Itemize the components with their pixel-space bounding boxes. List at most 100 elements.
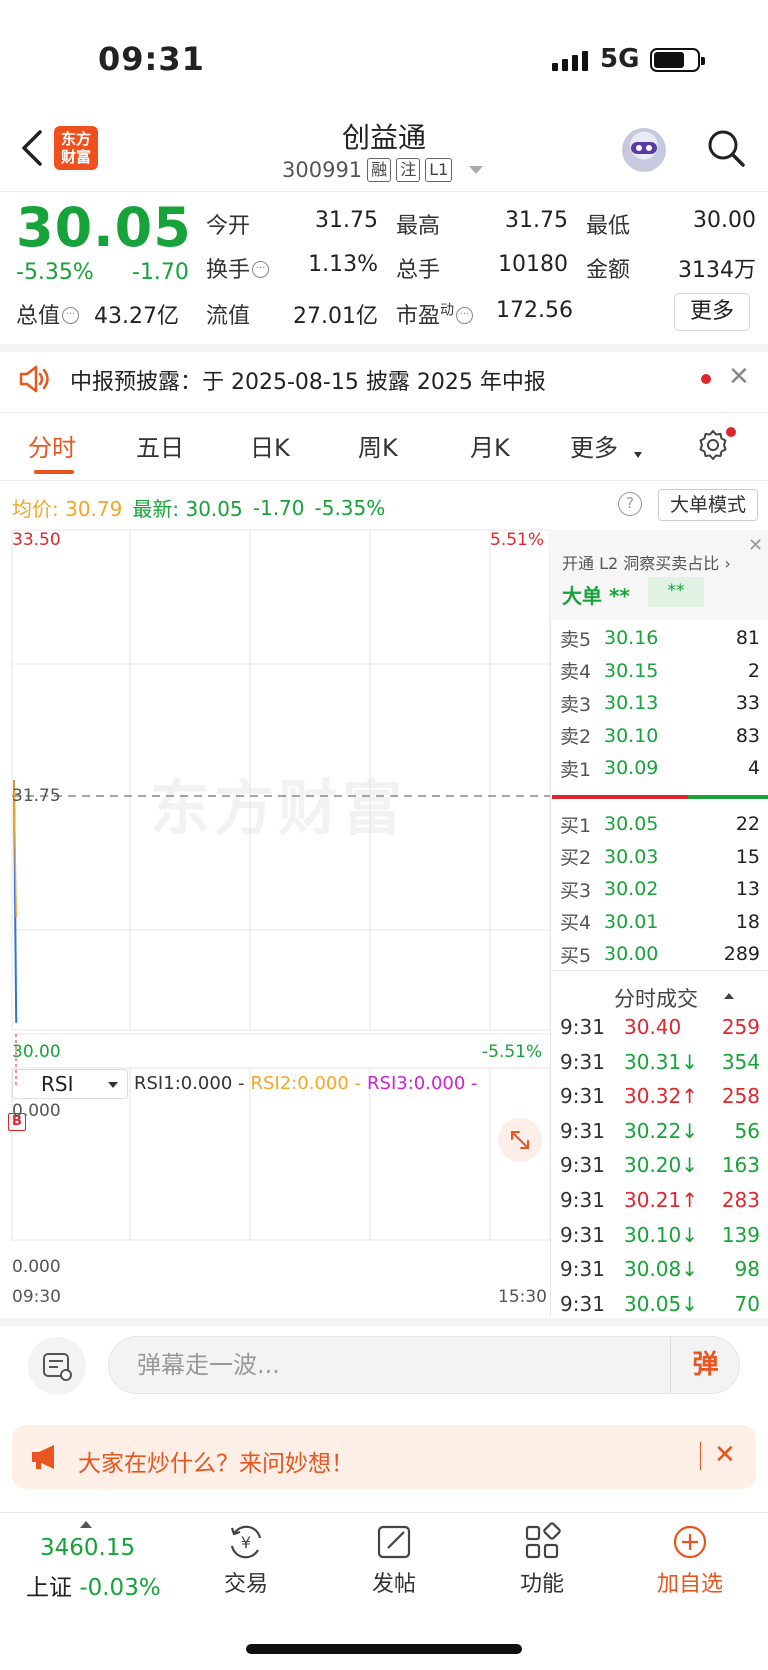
ask-row[interactable]: 卖1 30.09 4 [560, 752, 760, 784]
ask-row[interactable]: 卖2 30.10 83 [560, 720, 760, 752]
danmaku-send-button[interactable]: 弹 [670, 1337, 740, 1393]
tab-daily-k[interactable]: 日K [250, 428, 290, 463]
more-stats-button[interactable]: 更多 [674, 293, 750, 331]
divider [0, 480, 768, 481]
y-mid-label: 31.75 [12, 786, 61, 806]
close-icon[interactable]: ✕ [748, 535, 763, 556]
tick-volume: 258 [721, 1084, 760, 1109]
ask-level: 卖2 [560, 726, 592, 748]
nav-functions[interactable]: 功能 [492, 1520, 592, 1598]
nav-add-watchlist[interactable]: 加自选 [640, 1520, 740, 1598]
search-icon[interactable] [706, 128, 746, 168]
pe-label[interactable]: 市盈动 ··· [396, 298, 474, 330]
amount-value: 3134万 [678, 258, 756, 283]
bid-volume: 13 [735, 878, 760, 900]
tick-time: 9:31 [560, 1118, 605, 1143]
turnover-label[interactable]: 换手 ··· [206, 252, 270, 284]
bid-volume: 22 [735, 813, 760, 835]
tab-intraday[interactable]: 分时 [28, 428, 76, 463]
ask-volume: 81 [735, 627, 760, 649]
nav-post[interactable]: 发帖 [344, 1520, 444, 1598]
tick-row[interactable]: 9:31 30.05↓ 70 [560, 1287, 760, 1321]
nav-trade[interactable]: ¥ 交易 [196, 1520, 296, 1598]
ask-price: 30.09 [604, 757, 659, 779]
ticks-header[interactable]: 分时成交 [614, 983, 698, 1013]
info-icon: ··· [252, 261, 270, 278]
ask-row[interactable]: 卖5 30.16 81 [560, 622, 760, 654]
ask-volume: 2 [747, 659, 760, 682]
l2-promo-link[interactable]: 开通 L2 洞察买卖占比 › [562, 550, 731, 574]
ask-level: 卖5 [560, 628, 592, 651]
bid-row[interactable]: 买5 30.00 289 [560, 938, 760, 970]
tick-time: 9:31 [560, 1222, 605, 1247]
close-icon[interactable]: ✕ [714, 1440, 736, 1470]
ask-row[interactable]: 卖3 30.13 33 [560, 687, 760, 719]
battery-icon [650, 48, 705, 72]
current-price: 30.05 [16, 196, 192, 259]
low-value: 30.00 [693, 208, 756, 233]
tick-price: 30.10↓ [624, 1222, 699, 1247]
stock-code-line[interactable]: 300991 融 注 L1 [282, 158, 484, 182]
bid-price: 30.03 [604, 845, 659, 868]
expand-chart-button[interactable] [498, 1118, 542, 1162]
bid-price: 30.02 [604, 878, 659, 900]
total-value-label[interactable]: 总值 ··· [16, 298, 80, 330]
ask-row[interactable]: 卖4 30.15 2 [560, 655, 760, 687]
tick-row[interactable]: 9:31 30.08↓ 98 [560, 1252, 760, 1286]
index-value[interactable]: 3460.15 [40, 1535, 135, 1561]
low-label: 最低 [586, 214, 631, 239]
help-icon[interactable]: ? [618, 492, 642, 516]
big-order-mode-button[interactable]: 大单模式 [658, 489, 758, 521]
float-value: 27.01亿 [293, 304, 378, 329]
big-order-label: 大单 ** [562, 584, 630, 608]
y-bottom-label: 30.00 [12, 1042, 61, 1062]
signal-icon [552, 51, 588, 71]
float-value-label: 流值 [206, 304, 251, 329]
tab-monthly-k[interactable]: 月K [470, 428, 510, 463]
bid-row[interactable]: 买4 30.01 18 [560, 906, 760, 938]
tick-volume: 163 [721, 1153, 760, 1178]
bid-row[interactable]: 买1 30.05 22 [560, 808, 760, 840]
tick-row[interactable]: 9:31 30.10↓ 139 [560, 1218, 760, 1252]
bid-row[interactable]: 买3 30.02 13 [560, 873, 760, 905]
home-indicator[interactable] [246, 1644, 522, 1654]
status-time: 09:31 [98, 40, 205, 78]
price-summary-row: 均价: 30.79 最新: 30.05 -1.70 -5.35% [12, 493, 385, 522]
close-icon[interactable]: ✕ [728, 362, 750, 392]
index-line[interactable]: 上证 -0.03% [26, 1568, 161, 1602]
intraday-chart[interactable] [0, 528, 552, 1288]
tick-row[interactable]: 9:31 30.20↓ 163 [560, 1148, 760, 1182]
tick-row[interactable]: 9:31 30.21↑ 283 [560, 1183, 760, 1217]
tick-row[interactable]: 9:31 30.40 259 [560, 1010, 760, 1044]
latest-label: 最新: [132, 497, 180, 521]
tick-row[interactable]: 9:31 30.32↑ 258 [560, 1079, 760, 1113]
edit-icon [377, 1525, 411, 1559]
ask-banner-text[interactable]: 大家在炒什么？来问妙想！ [78, 1444, 354, 1478]
bid-row[interactable]: 买2 30.03 15 [560, 841, 760, 873]
change-percent: -5.35% [16, 260, 94, 285]
assistant-robot-icon[interactable] [622, 128, 666, 172]
tag-margin: 融 [367, 158, 392, 182]
danmaku-input[interactable]: 弹幕走一波... [108, 1336, 740, 1394]
speaker-icon [19, 365, 49, 393]
tab-weekly-k[interactable]: 周K [358, 428, 398, 463]
pct-top-label: 5.51% [490, 530, 545, 550]
ask-level: 卖1 [560, 758, 592, 781]
tick-time: 9:31 [560, 1257, 605, 1282]
bid-ask-ratio-bar [552, 795, 768, 799]
danmaku-settings-button[interactable] [28, 1337, 86, 1395]
active-tab-indicator [34, 470, 74, 474]
latest-change: -1.70 [252, 495, 305, 520]
tab-five-day[interactable]: 五日 [136, 428, 184, 463]
tab-more[interactable]: 更多 [570, 428, 618, 463]
nav-trade-label: 交易 [223, 1572, 268, 1597]
tick-row[interactable]: 9:31 30.22↓ 56 [560, 1114, 760, 1148]
add-circle-icon [673, 1525, 707, 1559]
yuan-exchange-icon: ¥ [230, 1525, 262, 1559]
tag-level: L1 [425, 158, 453, 182]
tick-volume: 259 [721, 1015, 760, 1039]
tick-row[interactable]: 9:31 30.31↓ 354 [560, 1045, 760, 1079]
gear-icon[interactable] [696, 428, 730, 462]
report-notice[interactable]: 中报预披露：于 2025-08-15 披露 2025 年中报 [70, 364, 546, 396]
x-start-label: 09:30 [12, 1287, 61, 1307]
